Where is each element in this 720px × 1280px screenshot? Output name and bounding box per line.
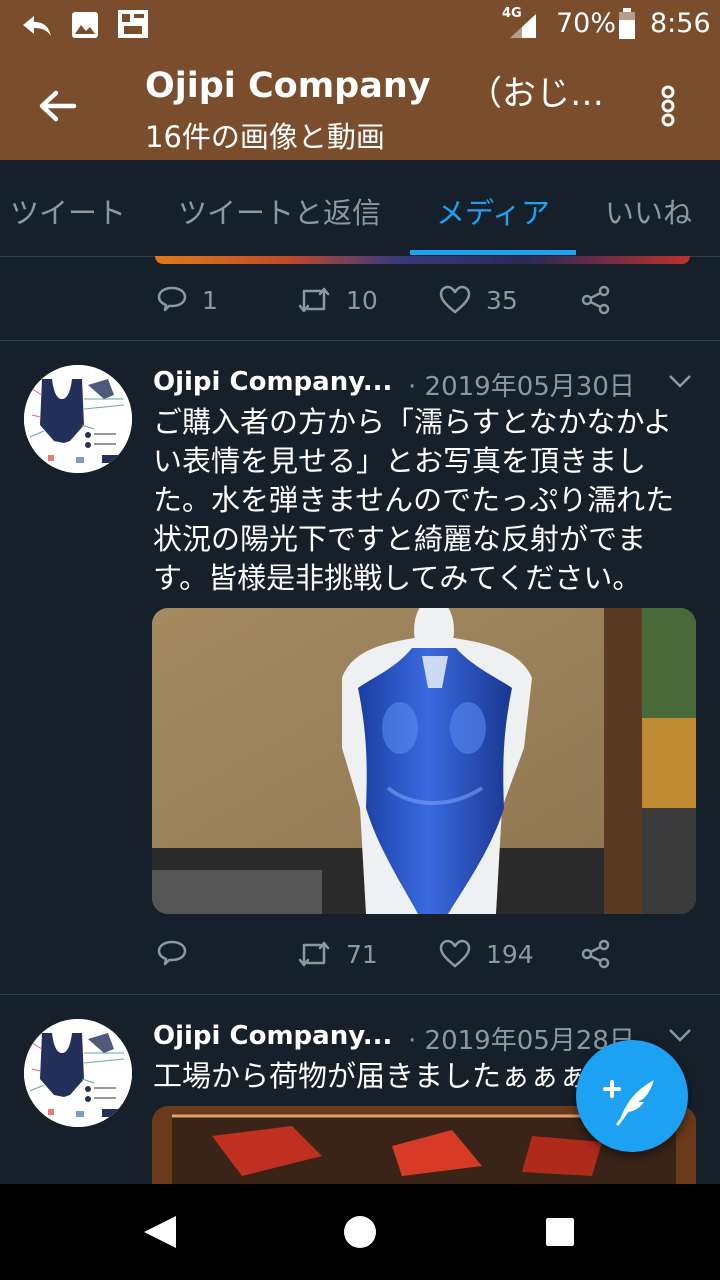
tab-tweets[interactable]: ツイート <box>10 190 126 232</box>
tab-tweets-replies[interactable]: ツイートと返信 <box>178 190 381 232</box>
swimsuit-on-mannequin-photo <box>152 608 696 914</box>
tweet-divider <box>0 994 720 995</box>
nav-recents-icon[interactable] <box>544 1216 576 1248</box>
back-arrow-icon[interactable] <box>30 82 86 130</box>
heart-icon <box>439 285 471 314</box>
media-count: 16件の画像と動画 <box>145 120 385 154</box>
share-icon <box>581 285 610 315</box>
tab-likes[interactable]: いいね <box>605 190 692 232</box>
retweet-icon <box>298 287 330 313</box>
share-button[interactable] <box>580 934 612 974</box>
status-bar: 4G 70% 8:56 <box>0 0 720 52</box>
profile-tabs: ツイート ツイートと返信 メディア いいね <box>0 160 720 257</box>
system-navigation-bar <box>0 1184 720 1280</box>
reply-icon <box>157 940 187 966</box>
image-notification-icon <box>72 12 98 38</box>
avatar[interactable] <box>24 365 132 473</box>
clock: 8:56 <box>650 8 711 39</box>
heart-icon <box>439 939 471 968</box>
overflow-menu-icon[interactable] <box>655 82 681 130</box>
profile-name-suffix: （おじ… <box>468 74 604 114</box>
retweet-icon <box>298 941 330 967</box>
retweet-count: 71 <box>346 939 378 969</box>
retweet-button[interactable]: 71 <box>296 934 378 974</box>
like-count: 194 <box>486 939 534 969</box>
like-button[interactable]: 35 <box>438 280 518 320</box>
swimsuit-pattern-avatar-image <box>24 1019 132 1127</box>
reply-count: 1 <box>202 285 218 315</box>
tweet-actions: 71 194 <box>0 924 720 984</box>
tweet-actions: 1 10 35 <box>0 270 720 330</box>
battery-icon <box>619 8 635 39</box>
chevron-down-icon[interactable] <box>668 373 692 389</box>
like-button[interactable]: 194 <box>438 934 534 974</box>
reply-icon <box>157 286 187 312</box>
signal-icon <box>510 14 536 38</box>
avatar[interactable] <box>24 1019 132 1127</box>
tweet-date: · 2019年05月30日 <box>408 372 635 402</box>
share-button[interactable] <box>580 280 612 320</box>
nav-home-icon[interactable] <box>342 1214 378 1250</box>
share-icon <box>581 939 610 969</box>
app-notification-icon <box>118 10 148 38</box>
compose-feather-icon <box>603 1080 654 1126</box>
tab-media[interactable]: メディア <box>436 190 550 232</box>
retweet-count: 10 <box>346 285 378 315</box>
reply-button[interactable] <box>156 934 202 974</box>
previous-tweet-media[interactable] <box>155 256 690 264</box>
reply-button[interactable]: 1 <box>156 280 218 320</box>
profile-header: Ojipi Company （おじ… 16件の画像と動画 <box>0 52 720 160</box>
author-name[interactable]: Ojipi Company... <box>153 367 392 397</box>
tweet-text: ご購入者の方から「濡らすとなかなかよい表情を見せる」とお写真を頂きました。水を弾… <box>153 405 675 595</box>
tweet-divider <box>0 340 720 341</box>
battery-percent: 70% <box>556 8 617 39</box>
profile-name: Ojipi Company <box>145 66 431 106</box>
tweet-media-image[interactable] <box>152 608 696 914</box>
compose-tweet-button[interactable] <box>576 1040 688 1152</box>
swimsuit-pattern-avatar-image <box>24 365 132 473</box>
nav-back-icon[interactable] <box>140 1212 180 1252</box>
like-count: 35 <box>486 285 518 315</box>
retweet-button[interactable]: 10 <box>296 280 378 320</box>
active-tab-indicator <box>410 250 576 255</box>
author-name[interactable]: Ojipi Company... <box>153 1021 392 1051</box>
reply-notification-icon <box>23 16 51 36</box>
